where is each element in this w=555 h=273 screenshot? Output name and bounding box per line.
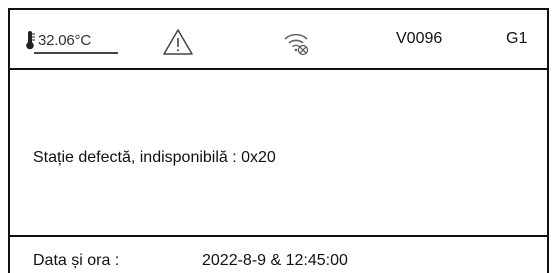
datetime-value: 2022-8-9 & 12:45:00: [202, 252, 348, 269]
footer-divider: [8, 235, 549, 237]
group-indicator: G1: [506, 30, 528, 47]
datetime-label: Data și ora :: [33, 252, 120, 269]
device-screen: 32.06°C V0096 G1 Stație defectă, indispo…: [0, 0, 555, 273]
firmware-version: V0096: [396, 30, 443, 47]
temperature-value: 32.06°C: [38, 32, 91, 49]
wifi-disconnected-icon: [284, 33, 309, 56]
warning-triangle-icon: [163, 29, 193, 55]
temperature-underline: [34, 52, 118, 54]
temperature-indicator: 32.06°C: [24, 28, 91, 50]
station-status-message: Stație defectă, indisponibilă : 0x20: [33, 149, 276, 166]
thermometer-icon: [26, 31, 35, 50]
status-bar-divider: [8, 68, 549, 70]
frame-right-border: [547, 8, 549, 273]
